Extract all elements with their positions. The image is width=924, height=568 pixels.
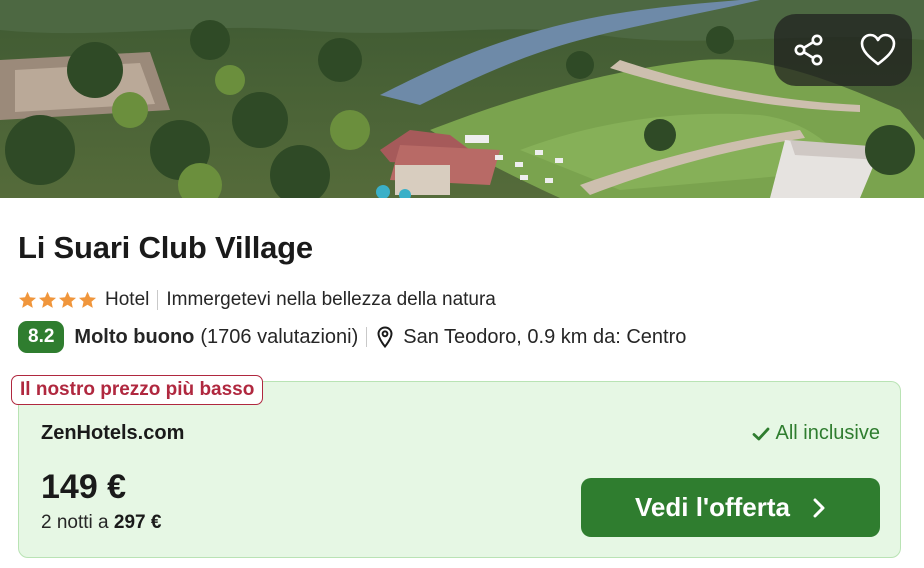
check-icon	[752, 427, 769, 440]
star-icon	[78, 291, 97, 308]
board-type: All inclusive	[752, 422, 880, 445]
hotel-name[interactable]: Li Suari Club Village	[18, 230, 313, 266]
chevron-right-icon	[813, 498, 825, 517]
star-rating	[18, 291, 97, 309]
divider	[366, 327, 368, 347]
heart-icon[interactable]	[852, 24, 904, 76]
view-offer-label: Vedi l'offerta	[635, 492, 790, 522]
divider	[157, 290, 159, 310]
nightly-price: 149 €	[41, 468, 127, 506]
score-badge: 8.2	[18, 321, 65, 353]
lowest-price-badge: Il nostro prezzo più basso	[11, 375, 264, 405]
share-icon[interactable]	[783, 24, 835, 76]
total-price-line: 2 notti a 297 €	[41, 512, 161, 534]
total-price: 297 €	[113, 512, 162, 533]
hotel-rating-row: 8.2 Molto buono (1706 valutazioni) San T…	[18, 321, 686, 353]
hotel-type: Hotel	[105, 289, 150, 310]
rating-label: Molto buono	[74, 325, 195, 348]
offer-provider: ZenHotels.com	[41, 422, 185, 444]
photo-actions	[774, 14, 912, 86]
review-count[interactable]: (1706 valutazioni)	[200, 326, 358, 349]
star-icon	[18, 291, 37, 308]
hotel-photo[interactable]	[0, 0, 924, 198]
view-offer-button[interactable]: Vedi l'offerta	[581, 478, 880, 537]
hotel-meta-row: Hotel Immergetevi nella bellezza della n…	[18, 288, 496, 312]
location-pin-icon	[377, 326, 393, 348]
star-icon	[38, 291, 57, 308]
hotel-tagline: Immergetevi nella bellezza della natura	[166, 289, 496, 310]
star-icon	[58, 291, 77, 308]
board-label: All inclusive	[775, 422, 880, 444]
nights-label: 2 notti a	[41, 512, 109, 533]
hotel-location[interactable]: San Teodoro, 0.9 km da: Centro	[403, 326, 686, 349]
